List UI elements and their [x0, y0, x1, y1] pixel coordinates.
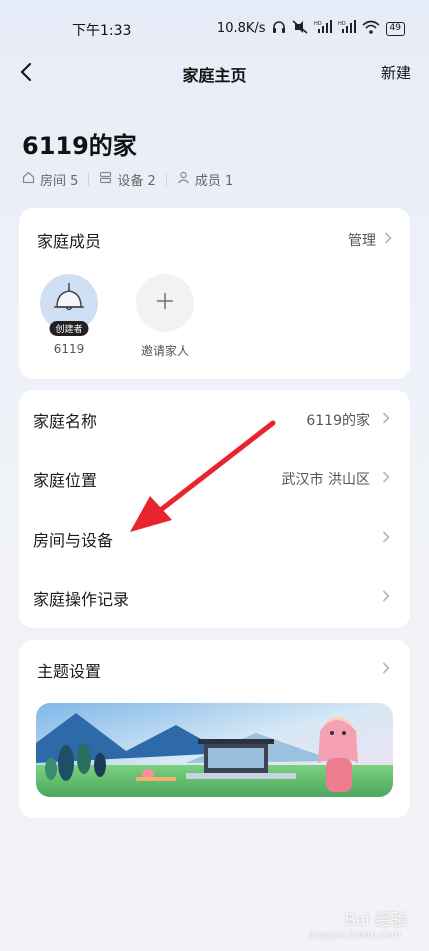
- hd-signal-icon-2: HD: [338, 20, 356, 37]
- room-count-label: 房间 5: [40, 174, 79, 189]
- rooms-devices-row-label: 房间与设备: [33, 530, 114, 550]
- home-location-value: 武汉市 洪山区: [281, 471, 370, 488]
- status-indicators: 10.8K/s HD HD 49: [217, 20, 405, 37]
- chevron-right-icon: [382, 470, 390, 487]
- divider: [165, 173, 167, 186]
- device-icon: [99, 171, 112, 188]
- mute-icon: [292, 20, 308, 37]
- theme-settings-card: 主题设置: [19, 640, 410, 818]
- home-settings-card: 家庭名称 6119的家 家庭位置 武汉市 洪山区 房间与设备 家庭操作记录: [19, 390, 410, 628]
- manage-label: 管理: [348, 233, 376, 249]
- home-name-row[interactable]: 家庭名称 6119的家: [19, 390, 410, 449]
- creator-badge: 创建者: [49, 321, 89, 336]
- status-time: 下午1:33: [72, 23, 132, 39]
- theme-banner-image[interactable]: [36, 703, 393, 797]
- avatar: 创建者: [40, 274, 98, 336]
- top-nav: 家庭主页 新建: [0, 56, 429, 90]
- family-members-card: 家庭成员 管理 创建者 6119 邀请家人: [19, 208, 410, 379]
- status-bar: 下午1:33 10.8K/s HD HD 49: [0, 0, 429, 56]
- operation-log-row-label: 家庭操作记录: [33, 589, 130, 609]
- home-icon: [22, 171, 35, 188]
- device-count-label: 设备 2: [117, 174, 156, 189]
- new-button[interactable]: 新建: [381, 62, 411, 83]
- home-stats: 房间 5 设备 2 成员 1: [22, 170, 233, 189]
- hd-signal-icon: HD: [314, 20, 332, 37]
- headphones-icon: [272, 20, 286, 37]
- chevron-right-icon: [382, 589, 390, 606]
- home-name-value: 6119的家: [306, 412, 370, 429]
- baidu-watermark: Bai 经验: [344, 910, 407, 929]
- chevron-right-icon: [384, 232, 392, 248]
- divider: [88, 173, 90, 186]
- rooms-devices-row-right: [382, 530, 390, 547]
- theme-title: 主题设置: [37, 662, 102, 681]
- baidu-watermark-url: jingyan.baidu.com: [308, 930, 401, 941]
- member-count-label: 成员 1: [194, 174, 234, 189]
- theme-settings-row[interactable]: 主题设置: [37, 658, 390, 682]
- plus-icon: [155, 291, 175, 315]
- network-speed: 10.8K/s: [216, 21, 266, 36]
- members-header: 家庭成员 管理: [37, 228, 392, 252]
- user-icon: [177, 171, 190, 188]
- page-title: 家庭主页: [182, 66, 247, 85]
- home-name: 6119的家: [22, 132, 137, 160]
- chevron-right-icon: [382, 411, 390, 428]
- battery-indicator: 49: [385, 21, 405, 36]
- home-name-row-label: 家庭名称: [33, 411, 98, 431]
- home-location-row[interactable]: 家庭位置 武汉市 洪山区: [19, 449, 410, 508]
- rooms-devices-row[interactable]: 房间与设备: [19, 509, 410, 568]
- svg-text:HD: HD: [338, 21, 346, 27]
- home-location-row-right: 武汉市 洪山区: [282, 469, 390, 489]
- member-count: 成员 1: [177, 170, 233, 189]
- members-title: 家庭成员: [37, 232, 102, 251]
- home-location-row-label: 家庭位置: [33, 470, 98, 490]
- svg-text:HD: HD: [314, 21, 322, 27]
- member-item[interactable]: 创建者 6119: [29, 274, 109, 356]
- invite-label: 邀请家人: [140, 344, 189, 358]
- wifi-icon: [362, 20, 380, 37]
- member-name: 6119: [53, 342, 85, 356]
- home-name-row-right: 6119的家: [306, 410, 390, 430]
- invite-button[interactable]: [136, 274, 194, 332]
- manage-button[interactable]: 管理: [348, 230, 392, 250]
- chevron-right-icon: [382, 662, 390, 678]
- invite-member-item[interactable]: 邀请家人: [125, 274, 205, 359]
- chevron-right-icon: [382, 530, 390, 547]
- room-count: 房间 5: [22, 170, 78, 189]
- device-count: 设备 2: [99, 170, 156, 189]
- operation-log-row[interactable]: 家庭操作记录: [19, 568, 410, 627]
- lamp-avatar-icon: [49, 281, 89, 325]
- operation-log-row-right: [382, 589, 390, 606]
